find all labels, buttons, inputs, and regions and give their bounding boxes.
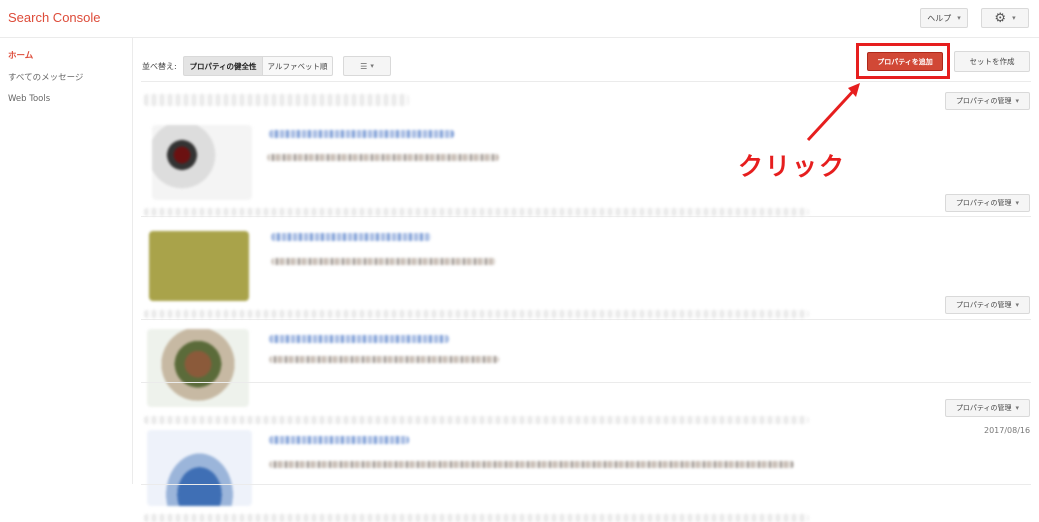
chevron-down-icon: ▾ xyxy=(370,62,374,70)
manage-property-label: プロパティの管理 xyxy=(955,199,1012,207)
top-header: Search Console ヘルプ ▾ ⚙ ▾ xyxy=(0,0,1039,38)
app-title[interactable]: Search Console xyxy=(8,10,101,25)
chevron-down-icon: ▾ xyxy=(957,14,961,22)
chevron-down-icon: ▾ xyxy=(1015,199,1020,207)
manage-property-label: プロパティの管理 xyxy=(955,97,1012,105)
settings-button[interactable]: ⚙ ▾ xyxy=(981,8,1029,28)
list-view-icon: ☰ xyxy=(360,61,368,71)
blurred-site-description xyxy=(267,154,499,161)
sidebar: ホーム すべてのメッセージ Web Tools xyxy=(0,38,133,484)
chevron-down-icon: ▾ xyxy=(1015,404,1020,412)
manage-property-button[interactable]: プロパティの管理 ▾ xyxy=(945,92,1030,110)
chevron-down-icon: ▾ xyxy=(1012,14,1016,22)
site-thumbnail xyxy=(149,231,249,301)
blurred-row-text xyxy=(144,208,809,216)
site-thumbnail xyxy=(147,329,249,407)
manage-property-button[interactable]: プロパティの管理 ▾ xyxy=(945,194,1030,212)
manage-property-label: プロパティの管理 xyxy=(955,404,1012,412)
sidebar-item-web-tools[interactable]: Web Tools xyxy=(8,94,50,104)
blurred-site-link[interactable] xyxy=(269,130,454,138)
annotation-click-label: クリック xyxy=(738,152,847,181)
manage-property-button[interactable]: プロパティの管理 ▾ xyxy=(945,399,1030,417)
sidebar-item-home[interactable]: ホーム xyxy=(8,49,33,61)
blurred-site-link[interactable] xyxy=(271,233,431,241)
view-mode-button[interactable]: ☰ ▾ xyxy=(343,56,391,76)
blurred-site-link[interactable] xyxy=(269,436,409,444)
create-set-button[interactable]: セットを作成 xyxy=(954,51,1030,72)
last-updated-date: 2017/08/16 xyxy=(984,426,1031,435)
divider xyxy=(141,484,1031,485)
chevron-down-icon: ▾ xyxy=(1015,301,1020,309)
blurred-site-description xyxy=(271,258,496,265)
blurred-site-link[interactable] xyxy=(269,335,449,343)
gear-icon: ⚙ xyxy=(994,10,1007,26)
manage-property-label: プロパティの管理 xyxy=(955,301,1012,309)
sort-health-button[interactable]: プロパティの健全性 xyxy=(183,56,263,76)
sidebar-item-all-messages[interactable]: すべてのメッセージ xyxy=(8,71,83,83)
chevron-down-icon: ▾ xyxy=(1015,97,1020,105)
site-thumbnail xyxy=(147,430,252,506)
divider xyxy=(141,382,1031,383)
divider xyxy=(141,81,1031,82)
annotation-arrow xyxy=(806,83,860,142)
sort-alphabetical-button[interactable]: アルファベット順 xyxy=(263,56,333,76)
blurred-site-description xyxy=(269,356,499,363)
blurred-row-text xyxy=(144,416,809,424)
site-thumbnail xyxy=(152,125,252,200)
help-label: ヘルプ xyxy=(927,13,952,23)
divider xyxy=(141,319,1031,320)
help-button[interactable]: ヘルプ ▾ xyxy=(920,8,968,28)
sort-label: 並べ替え: xyxy=(142,62,177,71)
add-property-button[interactable]: プロパティを追加 xyxy=(867,52,943,71)
blurred-site-description xyxy=(269,461,794,468)
manage-property-button[interactable]: プロパティの管理 ▾ xyxy=(945,296,1030,314)
blurred-property-name xyxy=(144,94,409,106)
divider xyxy=(141,216,1031,217)
blurred-row-text xyxy=(144,310,809,318)
main-content: 並べ替え: プロパティの健全性 アルファベット順 ☰ ▾ プロパティを追加 セッ… xyxy=(134,38,1039,522)
